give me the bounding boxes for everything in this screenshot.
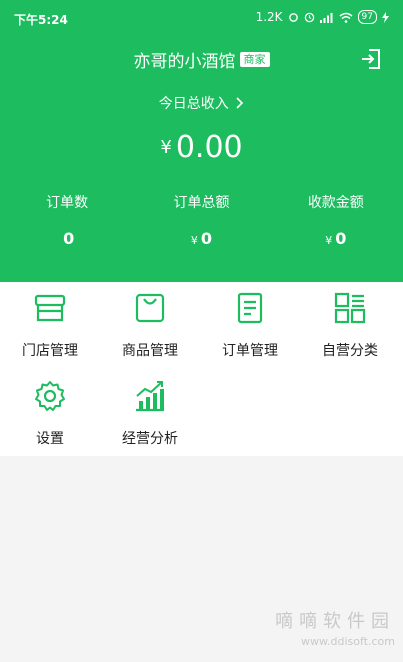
- logout-icon[interactable]: [359, 47, 383, 71]
- battery-level: 97: [357, 10, 377, 24]
- store-icon: [34, 294, 66, 322]
- stat-label: 订单总额: [173, 195, 230, 211]
- gear-icon: [35, 381, 65, 411]
- stat-label: 收款金额: [307, 195, 364, 211]
- stat-number: 0: [63, 229, 75, 248]
- stat-received-amount: 收款金额 ¥0: [269, 192, 403, 248]
- stat-label: 订单数: [46, 195, 89, 211]
- menu-settings[interactable]: 设置: [0, 370, 100, 450]
- header-panel: 下午5:24 1.2K 97 亦哥的小酒馆 商家 今日总收入 ¥0.00 订单数 …: [0, 0, 403, 282]
- shop-name: 亦哥的小酒馆: [133, 52, 236, 72]
- stat-currency: ¥: [190, 234, 198, 247]
- function-menu: 门店管理 商品管理 订单管理 自营分类 设置 经营分析: [0, 282, 403, 456]
- stat-currency: ¥: [325, 234, 333, 247]
- menu-label: 门店管理: [22, 343, 78, 359]
- menu-store-management[interactable]: 门店管理: [0, 282, 100, 362]
- stats-row: 订单数 0 订单总额 ¥0 收款金额 ¥0: [0, 192, 403, 248]
- watermark-url: www.ddisoft.com: [301, 635, 395, 648]
- menu-category[interactable]: 自营分类: [300, 282, 400, 362]
- menu-label: 订单管理: [222, 343, 278, 359]
- menu-label: 设置: [36, 431, 64, 447]
- stat-number: 0: [335, 229, 347, 248]
- shop-title-row: 亦哥的小酒馆 商家: [0, 47, 403, 72]
- category-grid-icon: [334, 292, 366, 324]
- chevron-right-icon: [236, 97, 244, 109]
- merchant-badge: 商家: [239, 52, 270, 67]
- charging-icon: [382, 11, 389, 23]
- menu-label: 商品管理: [122, 343, 178, 359]
- menu-product-management[interactable]: 商品管理: [100, 282, 200, 362]
- order-document-icon: [237, 292, 263, 324]
- stat-value: ¥0: [134, 229, 268, 248]
- watermark: 嘀嘀软件园 www.ddisoft.com: [275, 607, 395, 648]
- stat-number: 0: [200, 229, 213, 248]
- stat-order-count: 订单数 0: [0, 192, 134, 248]
- alarm-clock-icon: [304, 12, 314, 22]
- shopping-bag-icon: [135, 293, 165, 323]
- sync-icon: [288, 12, 298, 22]
- bar-chart-icon: [136, 381, 164, 412]
- watermark-title: 嘀嘀软件园: [275, 611, 395, 632]
- menu-business-analysis[interactable]: 经营分析: [100, 370, 200, 450]
- status-indicators: 1.2K 97: [256, 10, 389, 24]
- wifi-icon: [339, 12, 353, 23]
- menu-order-management[interactable]: 订单管理: [200, 282, 300, 362]
- today-income-amount: ¥0.00: [0, 130, 403, 165]
- status-bar: 下午5:24 1.2K 97: [0, 0, 403, 36]
- stat-value: 0: [0, 229, 134, 248]
- menu-label: 经营分析: [122, 431, 178, 447]
- today-income-label: 今日总收入: [158, 96, 229, 112]
- signal-icon: [319, 12, 333, 23]
- income-currency: ¥: [160, 137, 172, 158]
- menu-label: 自营分类: [322, 343, 378, 359]
- stat-order-total: 订单总额 ¥0: [134, 192, 268, 248]
- status-time: 下午5:24: [14, 13, 68, 27]
- network-speed: 1.2K: [255, 10, 283, 24]
- today-income-link[interactable]: 今日总收入: [0, 93, 403, 113]
- stat-value: ¥0: [269, 229, 403, 248]
- income-value: 0.00: [175, 130, 243, 165]
